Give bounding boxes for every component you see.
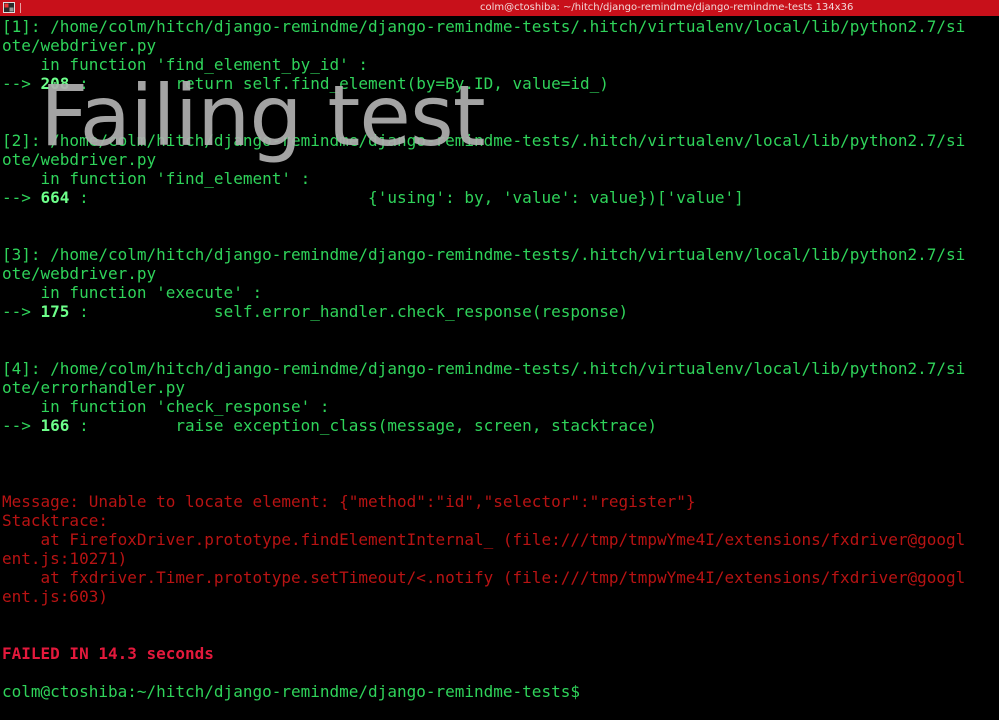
arrow-marker: --> xyxy=(2,74,41,93)
code-text: : self.error_handler.check_response(resp… xyxy=(69,302,629,321)
traceback-code-line: --> 175 : self.error_handler.check_respo… xyxy=(2,302,999,321)
traceback-line: [3]: /home/colm/hitch/django-remindme/dj… xyxy=(2,245,966,264)
arrow-marker: --> xyxy=(2,416,41,435)
error-message: Message: Unable to locate element: {"met… xyxy=(2,492,696,511)
code-text: : {'using': by, 'value': value})['value'… xyxy=(69,188,744,207)
arrow-marker: --> xyxy=(2,188,41,207)
titlebar-separator xyxy=(20,3,21,13)
line-number: 166 xyxy=(40,416,70,435)
stacktrace-label: Stacktrace: xyxy=(2,511,108,530)
traceback-function-line: in function 'check_response' : xyxy=(2,397,330,416)
stacktrace-line: ent.js:10271) xyxy=(2,549,128,568)
traceback-line: ote/errorhandler.py xyxy=(2,378,186,397)
traceback-code-line: --> 166 : raise exception_class(message,… xyxy=(2,416,999,435)
traceback-line: ote/webdriver.py xyxy=(2,264,157,283)
window-titlebar[interactable]: colm@ctoshiba: ~/hitch/django-remindme/d… xyxy=(0,0,999,16)
line-number: 664 xyxy=(40,188,70,207)
shell-prompt[interactable]: colm@ctoshiba:~/hitch/django-remindme/dj… xyxy=(2,682,999,701)
traceback-line: [4]: /home/colm/hitch/django-remindme/dj… xyxy=(2,359,966,378)
window-title: colm@ctoshiba: ~/hitch/django-remindme/d… xyxy=(480,2,854,13)
line-number: 175 xyxy=(40,302,70,321)
traceback-code-line: --> 664 : {'using': by, 'value': value})… xyxy=(2,188,999,207)
traceback-line: [1]: /home/colm/hitch/django-remindme/dj… xyxy=(2,17,966,36)
terminal-icon[interactable] xyxy=(3,2,15,13)
code-text: : raise exception_class(message, screen,… xyxy=(69,416,658,435)
stacktrace-line: at fxdriver.Timer.prototype.setTimeout/<… xyxy=(2,568,966,587)
arrow-marker: --> xyxy=(2,302,41,321)
stacktrace-line: ent.js:603) xyxy=(2,587,108,606)
caption-overlay: Failing test xyxy=(40,67,486,165)
traceback-function-line: in function 'execute' : xyxy=(2,283,263,302)
traceback-line: ote/webdriver.py xyxy=(2,36,157,55)
traceback-function-line: in function 'find_element' : xyxy=(2,169,311,188)
stacktrace-line: at FirefoxDriver.prototype.findElementIn… xyxy=(2,530,966,549)
test-result: FAILED IN 14.3 seconds xyxy=(2,644,214,663)
